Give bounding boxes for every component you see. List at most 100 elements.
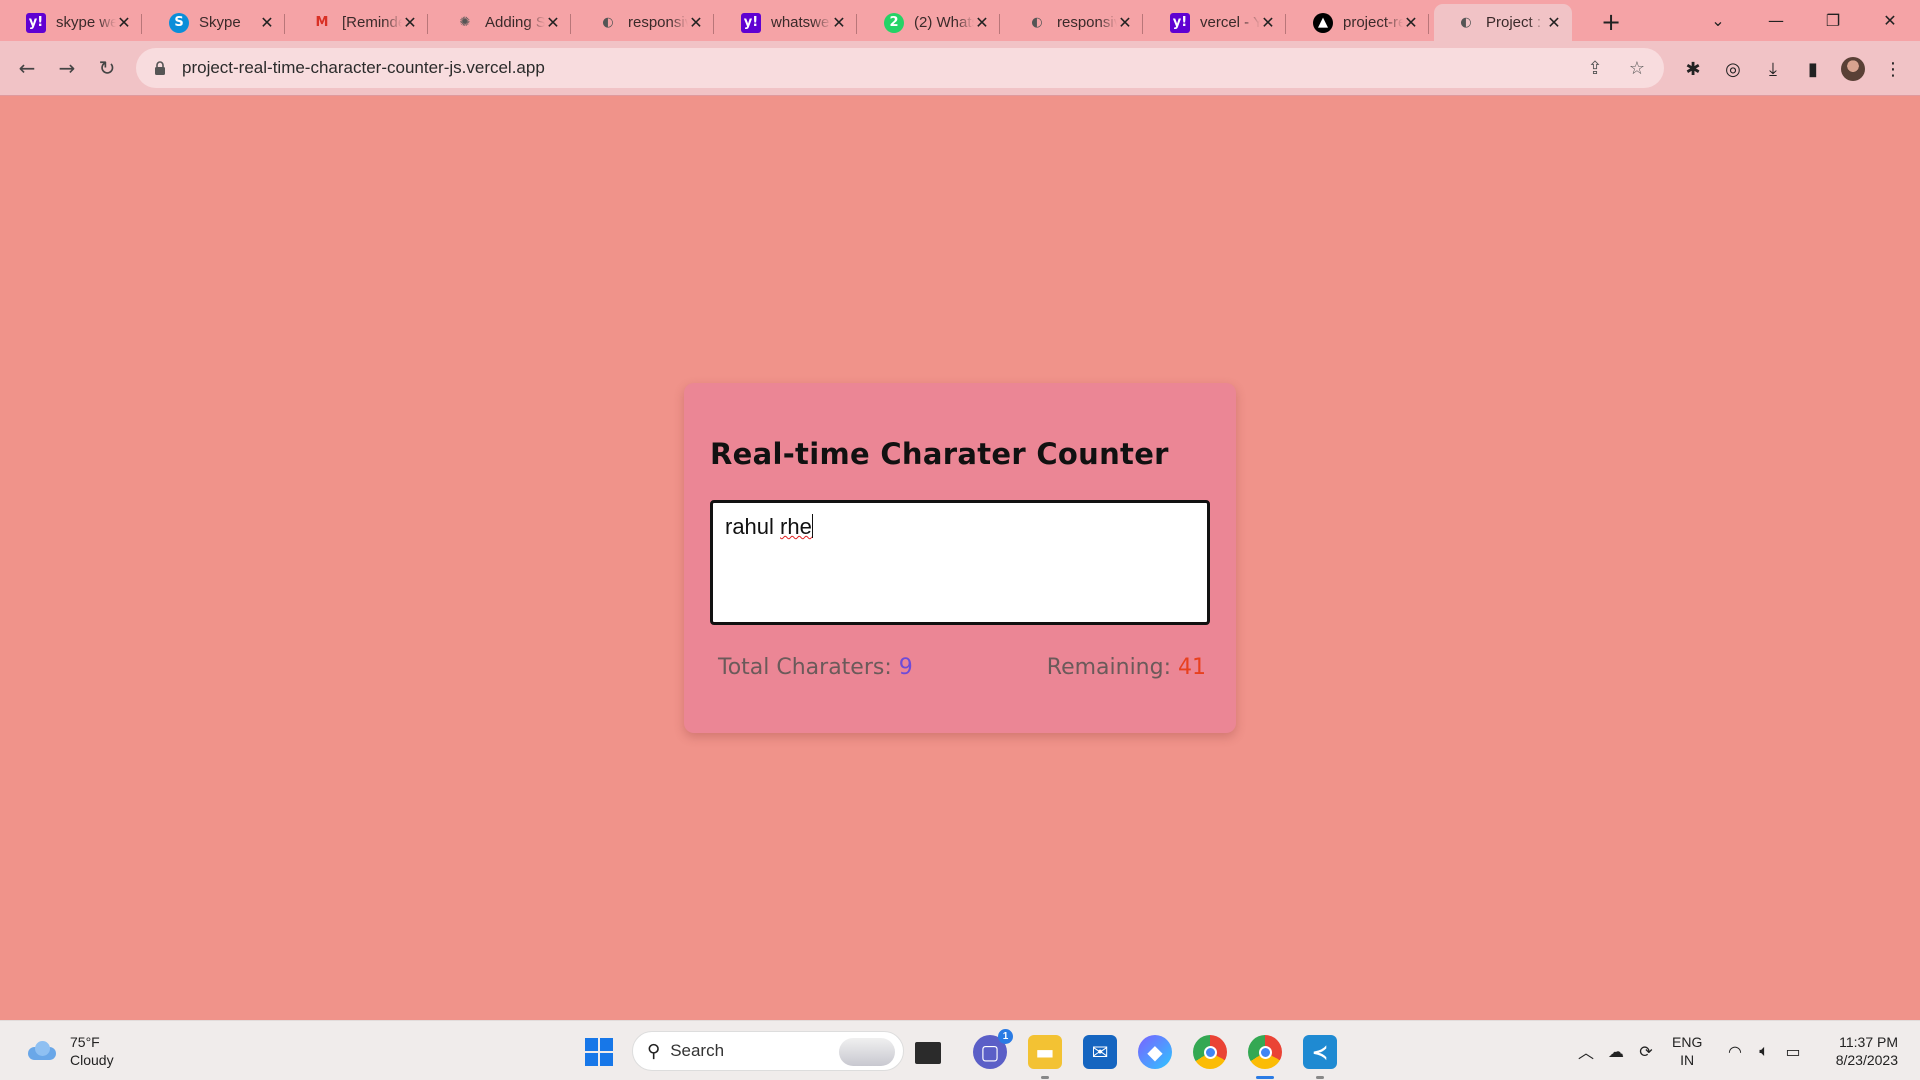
clock[interactable]: 11:37 PM 8/23/2023 [1822, 1033, 1898, 1069]
tab-close-icon[interactable]: ✕ [831, 13, 847, 32]
text-caret [811, 514, 813, 538]
tab-title: Adding S [485, 14, 545, 31]
browser-tab[interactable]: y! whatsweb✕ [719, 4, 857, 41]
tab-separator [856, 14, 857, 34]
back-button[interactable]: ← [12, 53, 42, 83]
browser-tab[interactable]: ✺ Adding S ✕ [433, 4, 571, 41]
url-text[interactable]: project-real-time-character-counter-js.v… [182, 58, 1580, 78]
chrome-profile-icon[interactable] [1248, 1035, 1282, 1079]
share-icon[interactable]: ⇪ [1580, 53, 1610, 83]
tab-separator [570, 14, 571, 34]
search-highlight-image [839, 1038, 895, 1066]
stats-row: Total Charaters: 9 Remaining: 41 [718, 655, 1206, 680]
tab-title: responsive [1057, 14, 1117, 31]
tab-close-icon[interactable]: ✕ [259, 13, 275, 32]
vscode-running-indicator [1316, 1076, 1324, 1079]
volume-icon[interactable]: 🔈︎ [1751, 1039, 1777, 1063]
browser-tab[interactable]: ◐ Project : R✕ [1434, 4, 1572, 41]
onedrive-error-icon[interactable]: ☁ [1603, 1039, 1629, 1063]
reload-button[interactable]: ↻ [92, 53, 122, 83]
total-label: Total Charaters: [718, 655, 899, 680]
tab-separator [284, 14, 285, 34]
gmail-icon: M [315, 15, 329, 30]
task-view-icon[interactable] [915, 1042, 941, 1064]
browser-tab[interactable]: y! skype web✕ [4, 4, 142, 41]
file-explorer-running-indicator [1041, 1076, 1049, 1079]
cloud-icon [24, 1041, 58, 1061]
tab-close-icon[interactable]: ✕ [974, 13, 990, 32]
tab-title: project-real [1343, 14, 1403, 31]
vscode-icon[interactable]: ≺ [1303, 1035, 1337, 1079]
browser-tab[interactable]: ◐ responsive✕ [1005, 4, 1143, 41]
lang-line2: IN [1680, 1052, 1695, 1068]
sync-icon[interactable]: ⟳ [1633, 1039, 1659, 1063]
show-hidden-icons-chevron-icon[interactable]: ︿ [1573, 1039, 1599, 1063]
remaining-value: 41 [1178, 655, 1206, 680]
bookmark-star-icon[interactable]: ☆ [1622, 53, 1652, 83]
windows-start-icon[interactable] [585, 1038, 613, 1066]
yahoo-icon: y! [741, 12, 761, 33]
minimize-button[interactable]: — [1750, 0, 1802, 41]
close-window-button[interactable]: ✕ [1864, 0, 1916, 41]
language-indicator[interactable]: ENG IN [1672, 1033, 1702, 1069]
tab-close-icon[interactable]: ✕ [402, 13, 418, 32]
tab-separator [141, 14, 142, 34]
page-title: Real-time Charater Counter [710, 437, 1169, 471]
whatsapp-icon: 2 [884, 12, 904, 33]
extensions-icon[interactable]: ✱ [1678, 54, 1708, 84]
extension-icon[interactable]: ◎ [1718, 54, 1748, 84]
mail-icon[interactable]: ✉ [1083, 1035, 1117, 1069]
browser-tab[interactable]: M [Reminder]✕ [290, 4, 428, 41]
tab-title: responsive [628, 14, 688, 31]
tab-close-icon[interactable]: ✕ [1117, 13, 1133, 32]
tab-separator [427, 14, 428, 34]
wifi-icon[interactable]: ◠ [1722, 1039, 1748, 1063]
address-bar[interactable]: project-real-time-character-counter-js.v… [136, 48, 1664, 88]
taskbar-search[interactable]: ⚲ Search [632, 1031, 904, 1071]
tab-close-icon[interactable]: ✕ [1260, 13, 1276, 32]
restore-button[interactable]: ❐ [1807, 0, 1859, 41]
tab-close-icon[interactable]: ✕ [545, 13, 561, 32]
browser-tab[interactable]: ◐ responsive✕ [576, 4, 714, 41]
tab-separator [999, 14, 1000, 34]
remaining-characters: Remaining: 41 [1047, 655, 1206, 680]
browser-toolbar: ← → ↻ project-real-time-character-counte… [0, 41, 1920, 96]
chrome-icon[interactable] [1193, 1035, 1227, 1069]
clock-time: 11:37 PM [1839, 1034, 1898, 1050]
tab-title: Skype [199, 14, 241, 31]
yahoo-icon: y! [26, 12, 46, 33]
tab-separator [1142, 14, 1143, 34]
tab-title: whatsweb [771, 14, 831, 31]
profile-avatar[interactable] [1838, 54, 1868, 84]
browser-tab[interactable]: ▲ project-real✕ [1291, 4, 1429, 41]
lock-icon[interactable] [152, 60, 168, 76]
total-value: 9 [898, 655, 913, 680]
misspelled-word[interactable]: rhe [780, 514, 812, 539]
vercel-icon: ▲ [1313, 12, 1333, 33]
new-tab-button[interactable]: + [1597, 8, 1625, 36]
forward-button[interactable]: → [52, 53, 82, 83]
copilot-icon[interactable]: ◆ [1138, 1035, 1172, 1069]
browser-tab[interactable]: S Skype ✕ [147, 4, 285, 41]
browser-tab[interactable]: 2 (2) WhatsApp✕ [862, 4, 1000, 41]
tab-close-icon[interactable]: ✕ [688, 13, 704, 32]
weather-widget[interactable]: 75°F Cloudy [24, 1033, 114, 1069]
tab-search-chevron-icon[interactable]: ⌄ [1692, 0, 1744, 41]
total-characters: Total Charaters: 9 [718, 655, 913, 680]
file-explorer-icon[interactable]: ▬ [1028, 1035, 1062, 1079]
taskbar: 75°F Cloudy ⚲ Search ▢ 1 ▬ ✉ ◆ ≺ ︿ ☁ ⟳ EN… [0, 1020, 1920, 1080]
tab-close-icon[interactable]: ✕ [116, 13, 132, 32]
skype-icon: S [169, 12, 189, 33]
remaining-label: Remaining: [1046, 655, 1178, 680]
side-panel-icon[interactable]: ▮ [1798, 54, 1828, 84]
teams-chat-icon[interactable]: ▢ 1 [973, 1029, 1013, 1069]
text-input[interactable]: rahul rhe [710, 500, 1210, 625]
tab-close-icon[interactable]: ✕ [1546, 13, 1562, 32]
tab-title: vercel - Y [1200, 14, 1260, 31]
tab-close-icon[interactable]: ✕ [1403, 13, 1419, 32]
battery-icon[interactable]: ▭ [1780, 1039, 1806, 1063]
menu-kebab-icon[interactable]: ⋮ [1878, 54, 1908, 84]
globe-icon: ◐ [1460, 15, 1472, 30]
browser-tab[interactable]: y! vercel - Y ✕ [1148, 4, 1286, 41]
download-icon[interactable]: ⤓ [1758, 54, 1788, 84]
